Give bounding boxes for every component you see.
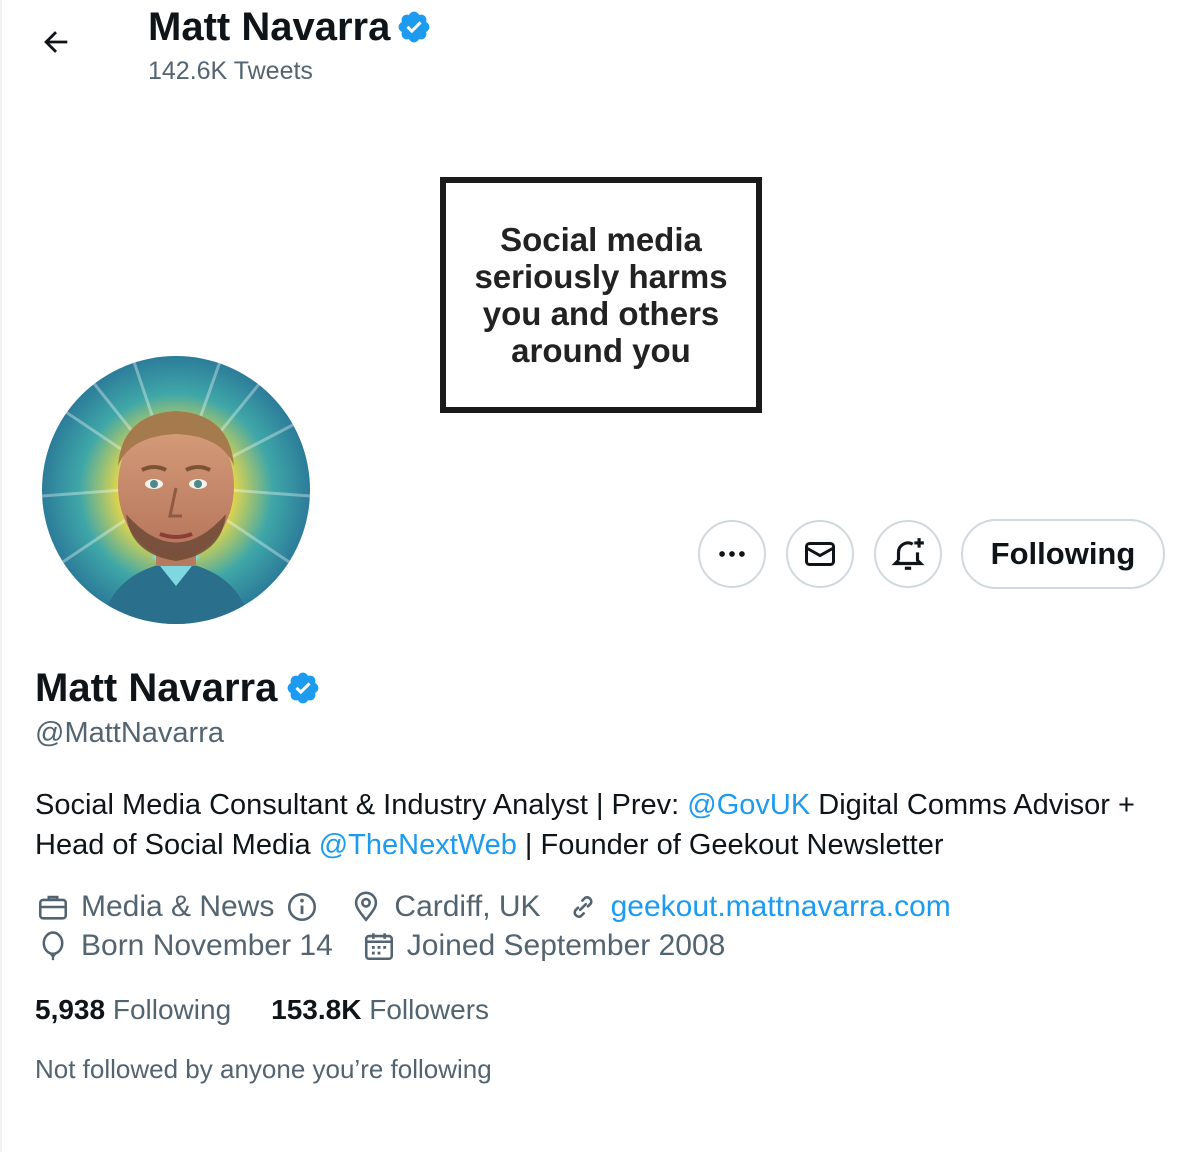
- notify-button[interactable]: [874, 520, 942, 588]
- social-context: Not followed by anyone you’re following: [35, 1054, 492, 1084]
- calendar-icon: [364, 933, 393, 961]
- briefcase-icon: [38, 895, 68, 920]
- following-label: Following: [112, 994, 232, 1025]
- category-text: Media & News: [81, 890, 275, 923]
- location-pin-icon: [355, 891, 378, 922]
- avatar-image: [42, 356, 310, 624]
- verified-badge-icon: [287, 672, 319, 704]
- bell-plus-icon: [891, 538, 925, 570]
- header-name-text: Matt Navarra: [148, 5, 391, 49]
- following-count: 5,938: [35, 994, 106, 1025]
- back-button[interactable]: [28, 20, 84, 64]
- profile-name: Matt Navarra: [35, 664, 321, 712]
- mention-link[interactable]: @GovUK: [687, 789, 810, 821]
- birthday-text: Born November 14: [81, 929, 333, 962]
- link-icon: [573, 896, 593, 918]
- category-item: Media & News: [35, 889, 320, 925]
- profile-name-text: Matt Navarra: [35, 666, 278, 710]
- info-icon: [288, 892, 317, 922]
- joined-item: Joined September 2008: [361, 928, 726, 964]
- avatar[interactable]: [42, 356, 310, 624]
- mail-icon: [805, 542, 835, 566]
- followers-label: Followers: [369, 994, 490, 1025]
- website-item[interactable]: geekout.mattnavarra.com: [565, 889, 951, 925]
- joined-text: Joined September 2008: [406, 929, 726, 962]
- followers-count-link[interactable]: 153.8K Followers: [271, 992, 489, 1028]
- following-button[interactable]: Following: [961, 519, 1165, 589]
- banner-line: you and others: [482, 295, 720, 332]
- column-divider: [0, 0, 2, 1152]
- following-count-link[interactable]: 5,938 Following: [35, 992, 231, 1028]
- mention-link[interactable]: @TheNextWeb: [319, 829, 517, 861]
- bio-text: | Founder of Geekout Newsletter: [516, 829, 944, 861]
- follow-stats: 5,938 Following 153.8K Followers: [35, 992, 529, 1028]
- location-item: Cardiff, UK: [348, 889, 541, 925]
- profile-bio: Social Media Consultant & Industry Analy…: [35, 785, 1185, 865]
- profile-meta-row: Born November 14 Joined September 2008: [35, 928, 725, 964]
- profile-banner[interactable]: Social media seriously harms you and oth…: [440, 177, 762, 413]
- profile-meta-row: Media & News Cardiff, UK geekout.mattnav…: [35, 889, 951, 925]
- location-text: Cardiff, UK: [394, 890, 541, 923]
- website-link[interactable]: geekout.mattnavarra.com: [611, 890, 951, 924]
- followers-count: 153.8K: [271, 994, 362, 1025]
- balloon-icon: [42, 931, 64, 961]
- message-button[interactable]: [786, 520, 854, 588]
- header-title: Matt Navarra: [148, 4, 432, 50]
- birthday-item: Born November 14: [35, 928, 333, 964]
- more-icon: [719, 551, 745, 557]
- banner-line: around you: [511, 332, 691, 369]
- banner-line: Social media: [500, 221, 702, 258]
- banner-line: seriously harms: [474, 258, 728, 295]
- banner-text: Social media seriously harms you and oth…: [461, 221, 741, 369]
- arrow-left-icon: [44, 31, 68, 53]
- profile-handle: @MattNavarra: [35, 717, 224, 749]
- verified-badge-icon: [398, 11, 430, 43]
- bio-text: Social Media Consultant & Industry Analy…: [35, 789, 688, 821]
- more-button[interactable]: [698, 520, 766, 588]
- info-button[interactable]: [284, 889, 320, 925]
- tweet-count: 142.6K Tweets: [148, 57, 313, 85]
